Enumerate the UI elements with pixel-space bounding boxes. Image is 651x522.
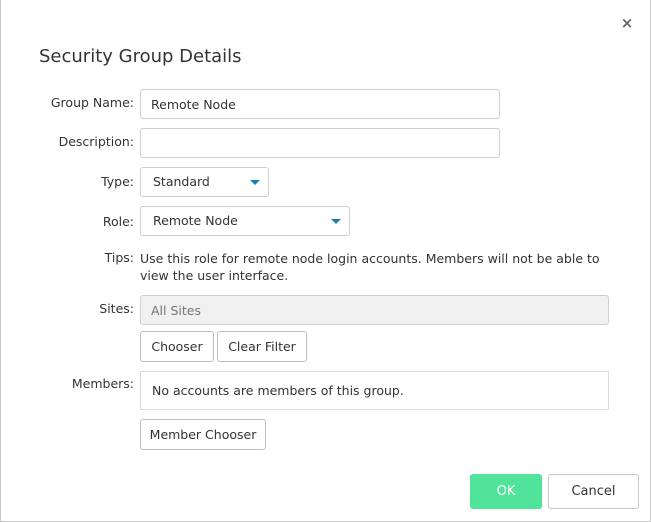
chevron-down-icon <box>331 219 341 224</box>
members-label: Members: <box>71 376 134 391</box>
close-icon[interactable]: × <box>620 15 634 31</box>
description-input[interactable] <box>140 128 500 158</box>
type-select[interactable]: Standard <box>140 167 269 197</box>
type-label: Type: <box>101 174 134 189</box>
group-name-label: Group Name: <box>50 95 134 110</box>
sites-label: Sites: <box>99 301 134 316</box>
ok-button[interactable]: OK <box>470 474 542 509</box>
member-chooser-button[interactable]: Member Chooser <box>140 419 266 450</box>
security-group-dialog: × Security Group Details Group Name: Des… <box>0 0 651 522</box>
clear-filter-button[interactable]: Clear Filter <box>217 331 307 362</box>
description-label: Description: <box>58 134 134 149</box>
members-list: No accounts are members of this group. <box>140 371 609 410</box>
role-select[interactable]: Remote Node <box>140 206 350 236</box>
tips-text: Use this role for remote node login acco… <box>140 251 600 283</box>
tips-label: Tips: <box>104 250 134 265</box>
chevron-down-icon <box>250 180 260 185</box>
type-select-value: Standard <box>153 174 210 189</box>
dialog-title: Security Group Details <box>39 46 242 67</box>
role-label: Role: <box>102 214 134 229</box>
sites-input <box>140 295 609 325</box>
group-name-input[interactable] <box>140 89 500 119</box>
cancel-button[interactable]: Cancel <box>548 474 639 509</box>
chooser-button[interactable]: Chooser <box>140 331 214 362</box>
members-empty-text: No accounts are members of this group. <box>152 383 404 398</box>
role-select-value: Remote Node <box>153 213 238 228</box>
